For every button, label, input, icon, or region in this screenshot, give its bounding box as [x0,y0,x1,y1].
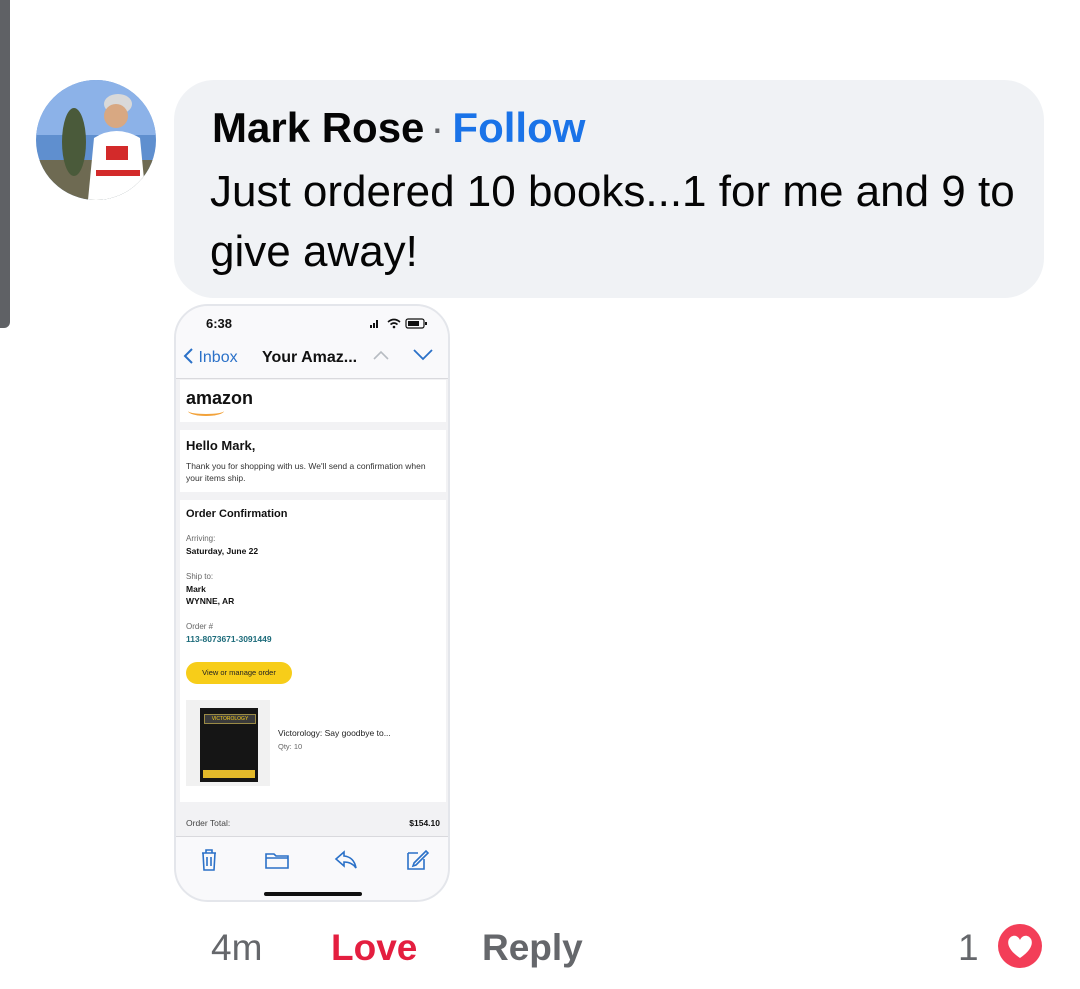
reply-button[interactable]: Reply [482,926,583,970]
order-confirmation-card: Order Confirmation Arriving: Saturday, J… [180,500,446,802]
signal-icon [370,320,378,328]
love-icon[interactable] [994,920,1046,972]
inbox-back-button[interactable]: Inbox [182,348,238,367]
ship-to-name: Mark [186,584,206,594]
amazon-smile-icon [188,406,224,416]
comment-text: Just ordered 10 books...1 for me and 9 t… [210,167,1015,276]
order-number[interactable]: 113-8073671-3091449 [186,634,272,644]
order-section-title: Order Confirmation [186,508,288,520]
inbox-label: Inbox [198,349,238,366]
chevron-left-icon [183,348,193,364]
book-cover: VICTOROLOGY [200,708,258,782]
ship-to-city: WYNNE, AR [186,596,235,606]
chevron-up-icon[interactable] [372,349,390,361]
chevron-down-icon[interactable] [412,346,434,362]
comment-header: Mark Rose · Follow [212,102,585,154]
home-indicator [264,892,362,896]
email-greeting-card: Hello Mark, Thank you for shopping with … [180,430,446,492]
ship-to-label: Ship to: [186,572,214,581]
folder-icon[interactable] [264,847,290,873]
comment-bubble: Mark Rose · Follow Just ordered 10 books..… [174,80,1044,298]
order-total-label: Order Total: [186,818,231,828]
follow-button[interactable]: Follow [452,104,585,151]
greeting-body: Thank you for shopping with us. We'll se… [186,461,426,483]
product-thumbnail[interactable]: VICTOROLOGY [186,700,270,786]
avatar-photo [36,80,156,200]
phone-status-bar: 6:38 [176,306,448,340]
status-icons [370,318,427,329]
arriving-value: Saturday, June 22 [186,546,259,556]
avatar[interactable] [36,80,156,200]
order-total-value: $154.10 [409,818,440,828]
reaction-count[interactable]: 1 [958,926,979,970]
order-number-label: Order # [186,622,214,631]
email-logo-card: amazon [180,380,446,422]
mail-nav-bar: Inbox Your Amaz... [176,340,448,379]
product-qty: Qty: 10 [278,742,303,751]
timestamp[interactable]: 4m [211,926,262,970]
attached-screenshot[interactable]: 6:38 Inbox Your Amaz... amazon Hello Mar… [174,304,450,902]
arriving-label: Arriving: [186,534,216,543]
status-time: 6:38 [206,316,233,331]
trash-icon[interactable] [196,847,222,873]
book-cover-title: VICTOROLOGY [204,714,256,724]
love-button[interactable]: Love [331,926,417,970]
wifi-icon [387,318,401,329]
separator-dot: · [430,104,445,151]
order-total-row: Order Total: $154.10 [180,810,446,834]
compose-icon[interactable] [404,847,430,873]
mail-toolbar [176,836,448,900]
book-cover-band [203,770,255,778]
mail-subject: Your Amaz... [262,349,358,366]
battery-icon [405,318,427,329]
reply-icon[interactable] [332,847,358,873]
product-name[interactable]: Victorology: Say goodbye to... [278,728,391,738]
scroll-indicator [0,0,10,328]
author-name[interactable]: Mark Rose [212,104,424,151]
manage-order-button[interactable]: View or manage order [186,662,292,684]
greeting: Hello Mark, [186,438,256,453]
